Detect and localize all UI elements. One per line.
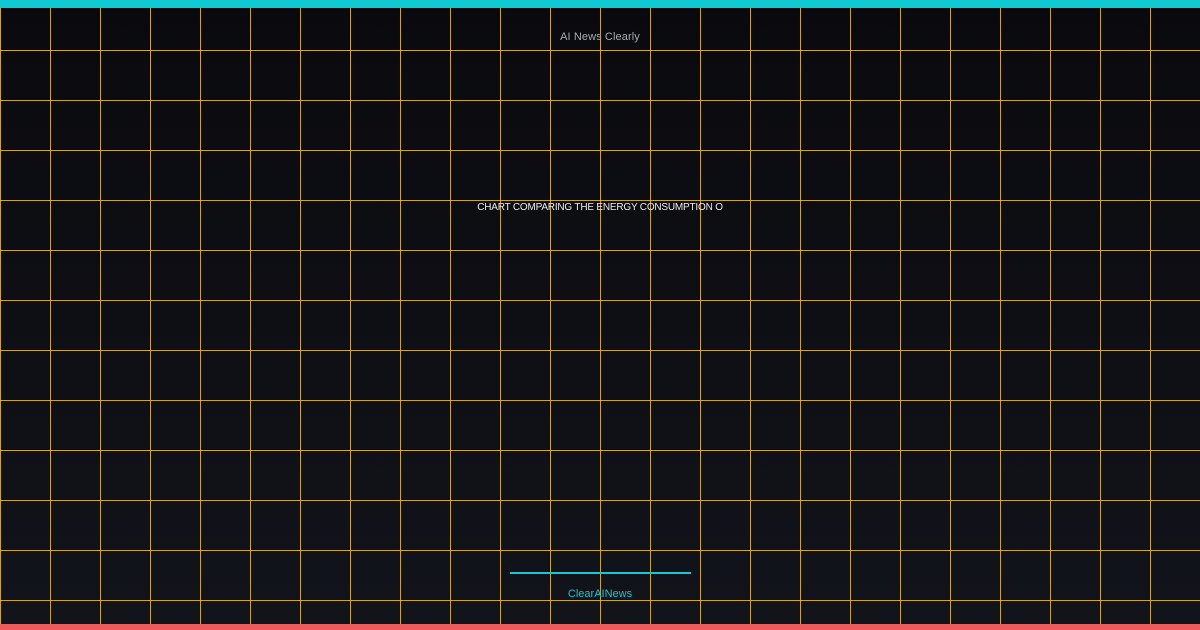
background-grid [0,8,1200,624]
headline-text: CHART COMPARING THE ENERGY CONSUMPTION O [477,202,723,213]
footer-brand-name: ClearAINews [567,588,633,600]
footer-accent-line [510,572,691,574]
brand-title: AI News Clearly [560,31,640,43]
bottom-accent-bar [0,624,1200,630]
top-accent-bar [0,0,1200,8]
